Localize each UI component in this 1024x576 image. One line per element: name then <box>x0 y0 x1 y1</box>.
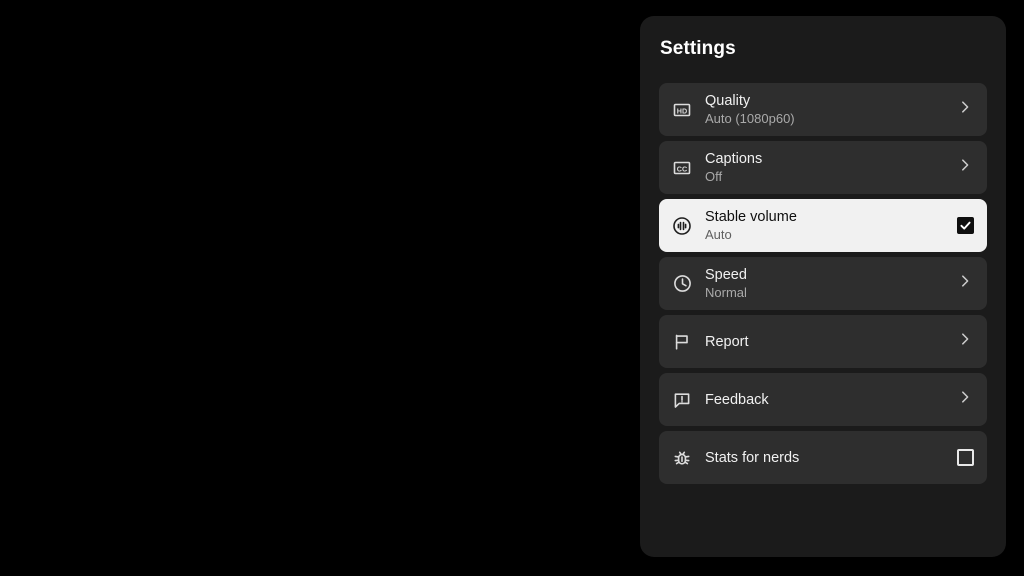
settings-row-label: Report <box>705 333 749 350</box>
settings-row-label: Feedback <box>705 391 769 408</box>
settings-panel: Settings HD Quality Auto (1080p60) CC Captio… <box>640 16 1006 557</box>
settings-row-report[interactable]: Report <box>659 315 987 368</box>
checkbox-unchecked[interactable] <box>943 431 987 484</box>
hd-icon: HD <box>659 83 705 136</box>
settings-row-stable-volume[interactable]: Stable volume Auto <box>659 199 987 252</box>
settings-row-captions[interactable]: CC Captions Off <box>659 141 987 194</box>
settings-row-speed[interactable]: Speed Normal <box>659 257 987 310</box>
settings-row-label: Quality <box>705 92 751 109</box>
settings-row-text: Feedback <box>705 391 943 409</box>
settings-row-text: Quality Auto (1080p60) <box>705 93 943 127</box>
settings-row-text: Captions Off <box>705 151 943 185</box>
bug-icon <box>659 431 705 484</box>
settings-row-value: Auto (1080p60) <box>705 110 795 126</box>
svg-text:HD: HD <box>677 106 687 115</box>
video-player-surface: Settings HD Quality Auto (1080p60) CC Captio… <box>0 0 1024 576</box>
feedback-icon <box>659 373 705 426</box>
settings-row-text: Stats for nerds <box>705 449 943 467</box>
settings-row-value: Off <box>705 168 723 184</box>
chevron-right-icon[interactable] <box>943 141 987 194</box>
page-title: Settings <box>660 38 736 59</box>
settings-row-text: Stable volume Auto <box>705 209 943 243</box>
settings-row-label: Stats for nerds <box>705 449 800 466</box>
chevron-right-icon[interactable] <box>943 83 987 136</box>
svg-text:CC: CC <box>677 164 687 173</box>
settings-row-label: Stable volume <box>705 208 797 225</box>
settings-menu-list: HD Quality Auto (1080p60) CC Captions Off Stab… <box>659 83 987 489</box>
settings-row-value: Normal <box>705 284 747 300</box>
flag-icon <box>659 315 705 368</box>
cc-icon: CC <box>659 141 705 194</box>
settings-row-label: Speed <box>705 266 747 283</box>
chevron-right-icon[interactable] <box>943 315 987 368</box>
clock-icon <box>659 257 705 310</box>
settings-row-label: Captions <box>705 150 763 167</box>
settings-row-feedback[interactable]: Feedback <box>659 373 987 426</box>
settings-row-quality[interactable]: HD Quality Auto (1080p60) <box>659 83 987 136</box>
settings-row-text: Report <box>705 333 943 351</box>
checkbox-checked[interactable] <box>943 199 987 252</box>
settings-row-text: Speed Normal <box>705 267 943 301</box>
stable-volume-icon <box>659 199 705 252</box>
settings-row-stats-for-nerds[interactable]: Stats for nerds <box>659 431 987 484</box>
settings-row-value: Auto <box>705 226 732 242</box>
chevron-right-icon[interactable] <box>943 373 987 426</box>
chevron-right-icon[interactable] <box>943 257 987 310</box>
